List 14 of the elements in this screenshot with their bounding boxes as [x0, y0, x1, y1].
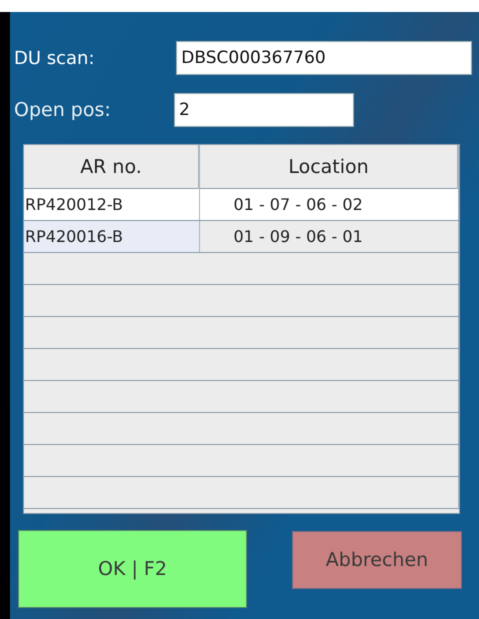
- table-row[interactable]: RP420016-B 01 - 09 - 06 - 01: [24, 220, 458, 252]
- input-field[interactable]: DBSC000367760: [176, 41, 472, 75]
- field-label: Open pos:: [13, 99, 112, 121]
- column-header[interactable]: Location: [199, 145, 458, 188]
- table-row[interactable]: RP420012-B 01 - 07 - 06 - 02: [24, 188, 458, 220]
- input-field[interactable]: 2: [174, 93, 354, 127]
- cancel-button[interactable]: Abbrechen: [292, 531, 462, 589]
- table-cell: 01 - 09 - 06 - 01: [199, 220, 458, 252]
- ok-button[interactable]: OK | F2: [18, 530, 247, 608]
- table-cell: RP420012-B: [24, 188, 199, 220]
- column-header[interactable]: AR no.: [24, 145, 199, 188]
- table-cell: RP420016-B: [24, 220, 199, 252]
- table-cell: 01 - 07 - 06 - 02: [199, 188, 458, 220]
- field-label: DU scan:: [13, 48, 96, 68]
